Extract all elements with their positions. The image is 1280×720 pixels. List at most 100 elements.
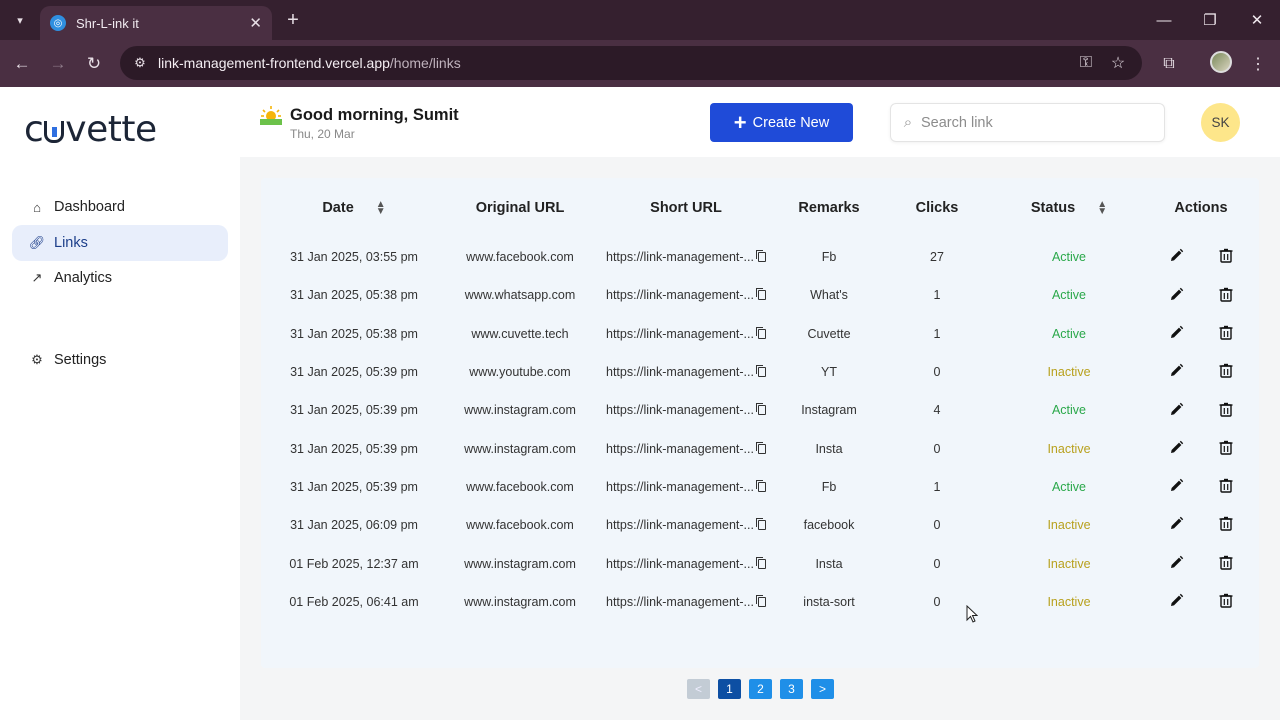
- remarks-cell: insta-sort: [803, 594, 855, 609]
- date-cell: 31 Jan 2025, 05:38 pm: [290, 288, 418, 303]
- main-content: Date ▲ ▼ Original URL Short URL Remarks Cl…: [240, 157, 1280, 720]
- date-cell: 31 Jan 2025, 06:09 pm: [290, 518, 418, 533]
- user-avatar[interactable]: SK: [1201, 103, 1240, 142]
- delete-icon[interactable]: [1218, 439, 1234, 455]
- actions-cell: [1143, 238, 1259, 276]
- clicks-cell: 27: [930, 250, 944, 265]
- delete-icon[interactable]: [1218, 401, 1234, 417]
- browser-tab[interactable]: ◎ Shr-L-ink it ✕: [40, 6, 272, 40]
- forward-icon[interactable]: →: [46, 52, 70, 76]
- copy-icon[interactable]: [755, 556, 766, 569]
- copy-icon[interactable]: [755, 441, 766, 454]
- original-url-cell: www.instagram.com: [464, 556, 576, 571]
- table-row: 31 Jan 2025, 06:09 pm www.facebook.com htt…: [261, 506, 1259, 544]
- actions-cell: [1143, 353, 1259, 391]
- delete-icon[interactable]: [1218, 324, 1234, 340]
- search-input[interactable]: [921, 114, 1151, 131]
- page-button-2[interactable]: 2: [749, 679, 772, 699]
- key-icon[interactable]: ⚿: [1074, 51, 1098, 75]
- delete-icon[interactable]: [1218, 593, 1234, 609]
- actions-cell: [1143, 506, 1259, 544]
- column-header-original-url: Original URL: [475, 200, 565, 216]
- sort-icon[interactable]: ▲ ▼: [1097, 200, 1107, 217]
- copy-icon[interactable]: [755, 288, 766, 301]
- extensions-icon[interactable]: ⧉: [1157, 52, 1181, 76]
- edit-icon[interactable]: [1168, 248, 1184, 264]
- edit-icon[interactable]: [1168, 363, 1184, 379]
- new-tab-icon[interactable]: +: [282, 8, 304, 32]
- restore-icon[interactable]: ❐: [1198, 8, 1222, 32]
- column-header-status[interactable]: Status ▲ ▼: [995, 178, 1143, 238]
- window-close-icon[interactable]: ✕: [1245, 8, 1269, 32]
- reload-icon[interactable]: ↻: [82, 52, 106, 76]
- copy-icon[interactable]: [755, 365, 766, 378]
- clicks-cell: 1: [933, 326, 941, 341]
- bookmark-star-icon[interactable]: ☆: [1106, 51, 1130, 75]
- status-cell: Inactive: [1047, 556, 1091, 571]
- edit-icon[interactable]: [1168, 439, 1184, 455]
- edit-icon[interactable]: [1168, 286, 1184, 302]
- delete-icon[interactable]: [1218, 516, 1234, 532]
- copy-icon[interactable]: [755, 594, 766, 607]
- short-url-text: https://link-management-...: [606, 250, 754, 265]
- prev-page-button[interactable]: <: [687, 679, 710, 699]
- delete-icon[interactable]: [1218, 248, 1234, 264]
- table-row: 31 Jan 2025, 05:38 pm www.whatsapp.com htt…: [261, 276, 1259, 314]
- sidebar-item-settings[interactable]: ⚙ Settings: [12, 342, 228, 378]
- sidebar-item-links[interactable]: 🔗︎ Links: [12, 225, 228, 261]
- site-info-icon[interactable]: ⚙: [130, 53, 150, 73]
- sidebar-item-analytics[interactable]: ↗ Analytics: [12, 260, 228, 296]
- table-row: 01 Feb 2025, 06:41 am www.instagram.com ht…: [261, 583, 1259, 621]
- column-header-short-url: Short URL: [650, 200, 722, 216]
- status-cell: Active: [1051, 403, 1087, 418]
- sort-icon[interactable]: ▲ ▼: [376, 200, 386, 217]
- copy-icon[interactable]: [755, 403, 766, 416]
- delete-icon[interactable]: [1218, 554, 1234, 570]
- edit-icon[interactable]: [1168, 593, 1184, 609]
- url-path: /home/links: [389, 55, 461, 71]
- edit-icon[interactable]: [1168, 516, 1184, 532]
- date-cell: 31 Jan 2025, 05:39 pm: [290, 479, 418, 494]
- actions-cell: [1143, 315, 1259, 353]
- edit-icon[interactable]: [1168, 401, 1184, 417]
- greeting: Good morning, Sumit: [290, 106, 459, 124]
- profile-avatar-icon[interactable]: [1210, 51, 1232, 73]
- column-header-date[interactable]: Date ▲ ▼: [261, 178, 447, 238]
- table-body: 31 Jan 2025, 03:55 pm www.facebook.com htt…: [261, 238, 1259, 621]
- edit-icon[interactable]: [1168, 554, 1184, 570]
- copy-icon[interactable]: [755, 250, 766, 263]
- short-url-text: https://link-management-...: [606, 479, 754, 494]
- clicks-cell: 0: [933, 556, 941, 571]
- browser-menu-icon[interactable]: ⋮: [1246, 52, 1270, 76]
- copy-icon[interactable]: [755, 479, 766, 492]
- close-tab-icon[interactable]: ✕: [249, 14, 262, 32]
- create-new-button[interactable]: + Create New: [710, 103, 853, 142]
- search-box: ⌕: [890, 103, 1165, 142]
- address-bar[interactable]: ⚙ link-management-frontend.vercel.app/ho…: [120, 46, 1142, 80]
- copy-icon[interactable]: [755, 518, 766, 531]
- minimize-icon[interactable]: —: [1152, 8, 1176, 32]
- date-cell: 31 Jan 2025, 05:39 pm: [290, 441, 418, 456]
- back-icon[interactable]: ←: [10, 52, 34, 76]
- delete-icon[interactable]: [1218, 363, 1234, 379]
- delete-icon[interactable]: [1218, 478, 1234, 494]
- short-url-text: https://link-management-...: [606, 403, 754, 418]
- page-button-3[interactable]: 3: [780, 679, 803, 699]
- edit-icon[interactable]: [1168, 324, 1184, 340]
- edit-icon[interactable]: [1168, 478, 1184, 494]
- remarks-cell: Insta: [815, 556, 843, 571]
- clicks-cell: 0: [933, 441, 941, 456]
- favicon-icon: ◎: [50, 15, 66, 31]
- next-page-button[interactable]: >: [811, 679, 834, 699]
- pagination: < 1 2 3 >: [687, 679, 834, 699]
- mouse-cursor-icon: [966, 605, 978, 623]
- clicks-cell: 1: [933, 288, 941, 303]
- page-button-1[interactable]: 1: [718, 679, 741, 699]
- delete-icon[interactable]: [1218, 286, 1234, 302]
- tab-search-icon[interactable]: ▾: [8, 8, 32, 32]
- status-cell: Inactive: [1047, 594, 1091, 609]
- sidebar-item-dashboard[interactable]: ⌂ Dashboard: [12, 189, 228, 225]
- short-url-cell: https://link-management-...: [593, 276, 779, 314]
- copy-icon[interactable]: [755, 326, 766, 339]
- table-row: 31 Jan 2025, 05:39 pm www.instagram.com ht…: [261, 391, 1259, 429]
